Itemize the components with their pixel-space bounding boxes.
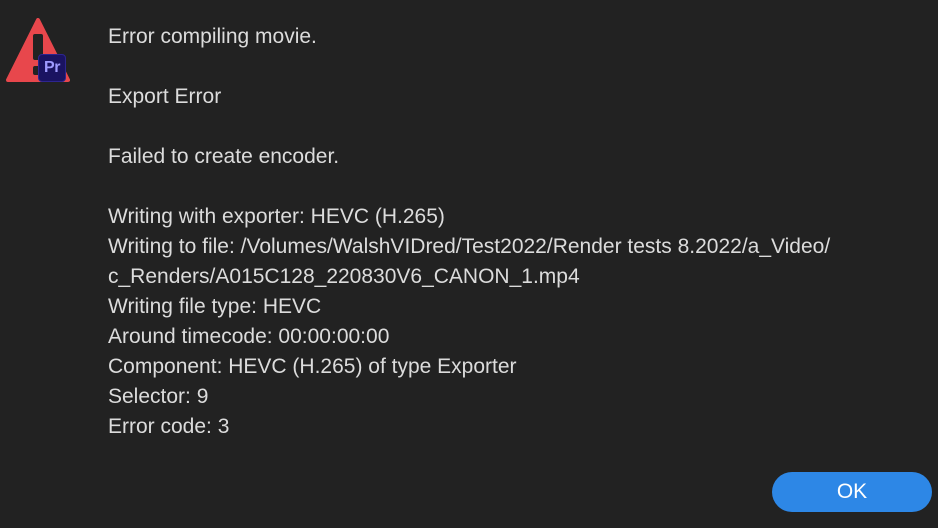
detail-file-type: Writing file type: HEVC: [108, 295, 322, 318]
detail-exporter: Writing with exporter: HEVC (H.265): [108, 205, 445, 228]
detail-file-path: Writing to file: /Volumes/WalshVIDred/Te…: [108, 235, 831, 258]
detail-file-path-continued: c_Renders/A015C128_220830V6_CANON_1.mp4: [108, 265, 580, 288]
premiere-pro-app-icon: Pr: [38, 54, 66, 82]
message-area: Error compiling movie. Export Error Fail…: [108, 22, 908, 442]
error-subtitle: Export Error: [108, 85, 222, 108]
error-title: Error compiling movie.: [108, 25, 317, 48]
error-reason: Failed to create encoder.: [108, 145, 340, 168]
error-dialog: Pr Error compiling movie. Export Error F…: [0, 0, 938, 528]
detail-timecode: Around timecode: 00:00:00:00: [108, 325, 390, 348]
detail-error-code: Error code: 3: [108, 415, 230, 438]
detail-component: Component: HEVC (H.265) of type Exporter: [108, 355, 517, 378]
ok-button[interactable]: OK: [772, 472, 932, 512]
detail-selector: Selector: 9: [108, 385, 209, 408]
